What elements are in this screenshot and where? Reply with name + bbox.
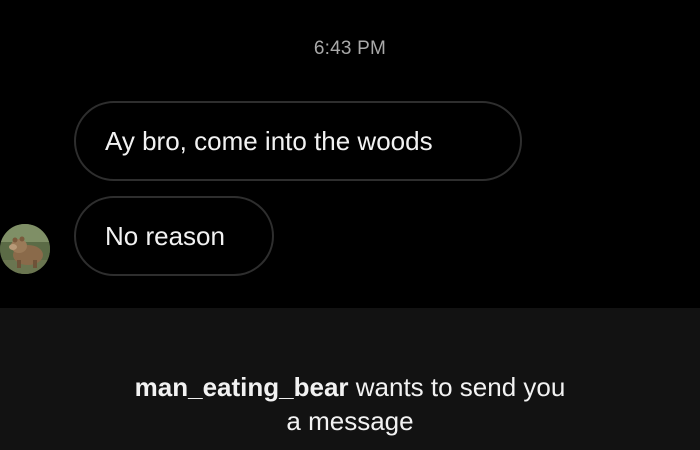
request-text-line1: wants to send you [348, 372, 566, 402]
sender-avatar[interactable] [0, 224, 50, 274]
message-bubble[interactable]: Ay bro, come into the woods [74, 101, 522, 181]
message-request-panel: man_eating_bear wants to send you a mess… [0, 308, 700, 450]
message-timestamp: 6:43 PM [313, 38, 387, 59]
message-text: No reason [105, 220, 225, 251]
bear-avatar-icon [0, 224, 50, 274]
message-text: Ay bro, come into the woods [105, 125, 433, 156]
conversation-thread: 6:43 PM Ay bro, come into the woods No r… [0, 0, 700, 308]
message-request-text: man_eating_bear wants to send you a mess… [0, 370, 700, 438]
request-username[interactable]: man_eating_bear [135, 372, 349, 402]
message-bubble[interactable]: No reason [74, 196, 274, 276]
request-text-line2: a message [286, 406, 414, 436]
